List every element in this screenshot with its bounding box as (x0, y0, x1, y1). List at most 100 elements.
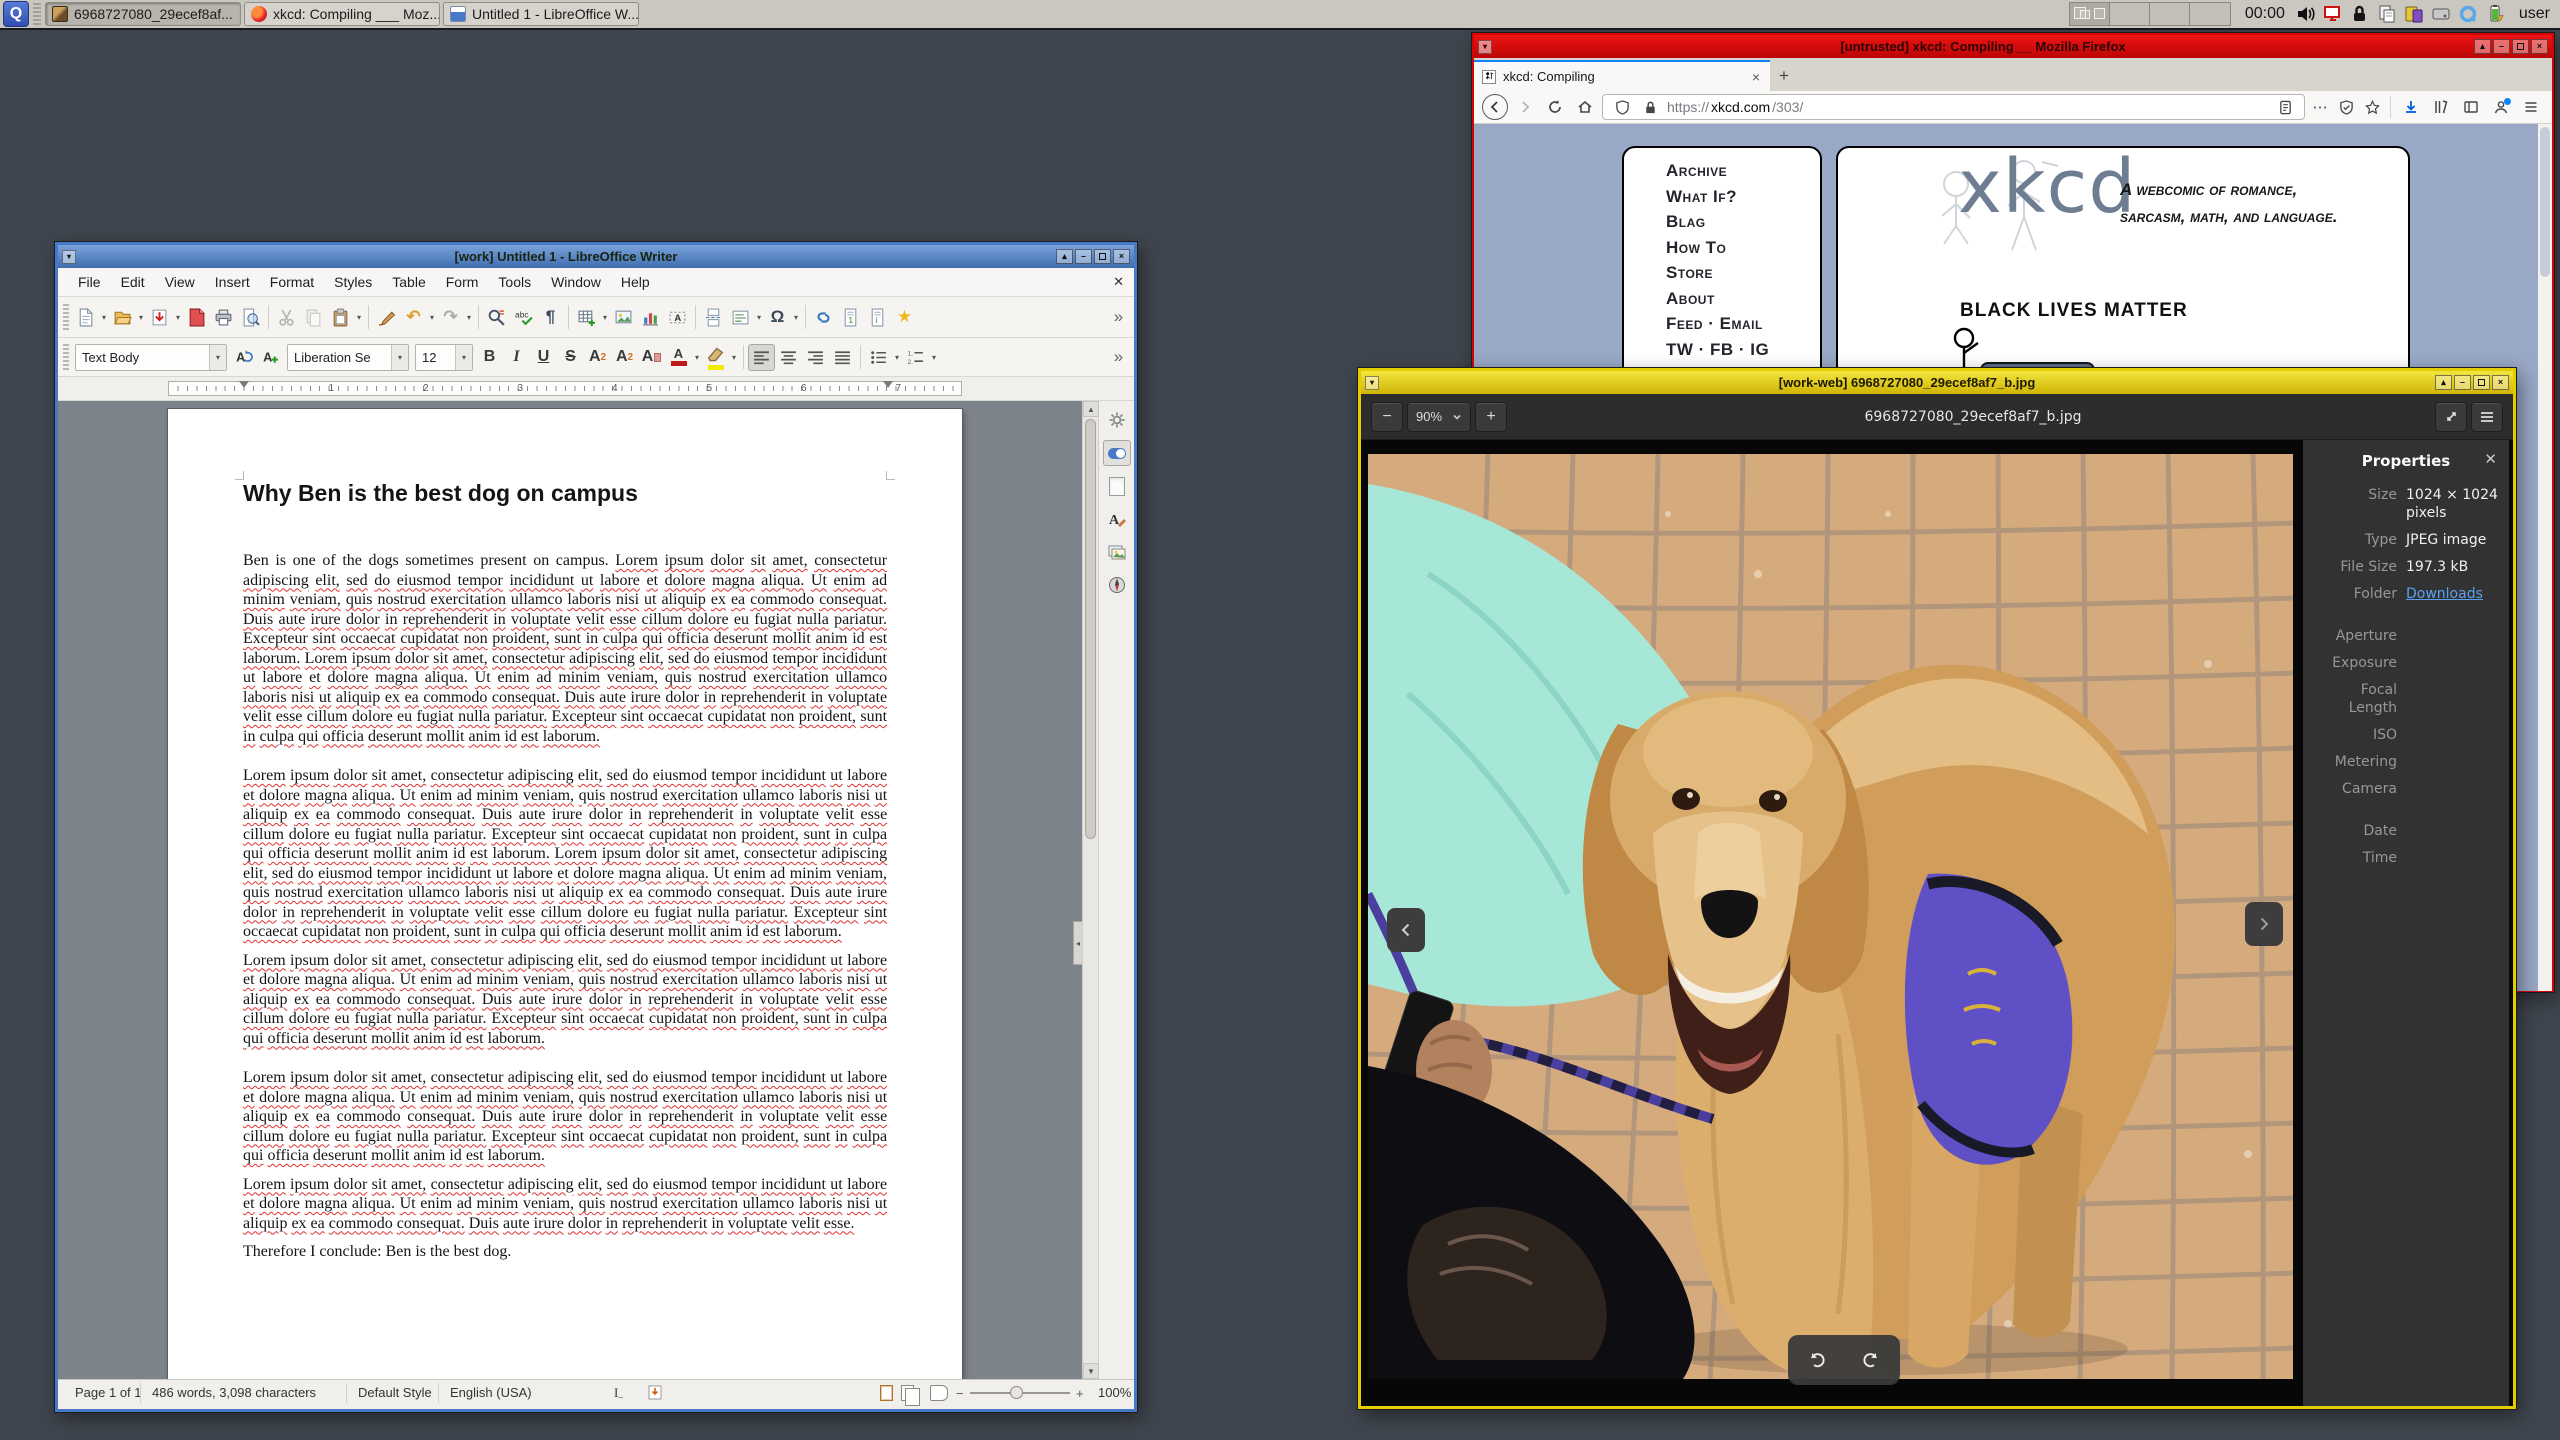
new-tab-button[interactable]: + (1770, 60, 1798, 91)
find-replace-icon[interactable] (483, 304, 510, 331)
property-value[interactable]: Downloads (2406, 585, 2483, 603)
volume-icon[interactable] (2295, 3, 2317, 25)
insert-image-icon[interactable] (610, 304, 637, 331)
sidebar-properties-icon[interactable] (1102, 440, 1131, 466)
insert-mode-icon[interactable]: I_ (614, 1385, 623, 1401)
print-icon[interactable] (210, 304, 237, 331)
sidebars-icon[interactable] (2458, 94, 2484, 120)
shade-button[interactable]: ▴ (2435, 375, 2452, 390)
italic-icon[interactable]: I (503, 344, 530, 371)
update-style-icon[interactable]: A (230, 344, 257, 371)
task-button[interactable]: Untitled 1 - LibreOffice W... (443, 2, 639, 26)
redo-icon[interactable]: ↷ (437, 304, 464, 331)
document-modified-icon[interactable] (648, 1385, 662, 1403)
superscript-icon[interactable]: A2 (584, 344, 611, 371)
print-preview-icon[interactable] (237, 304, 264, 331)
minimize-button[interactable]: – (1075, 249, 1092, 264)
next-image-button[interactable] (2245, 902, 2283, 946)
task-button[interactable]: xkcd: Compiling ___ Moz... (244, 2, 440, 26)
clipboard-icon[interactable] (2376, 3, 2398, 25)
highlight-color-icon[interactable] (702, 344, 729, 371)
devices-icon[interactable] (2403, 3, 2425, 25)
document-paragraph[interactable]: Ben is one of the dogs sometimes present… (243, 551, 887, 746)
sidebar-page-icon[interactable] (1103, 473, 1131, 499)
sidebar-settings-gear-icon[interactable] (1103, 407, 1131, 433)
workspace-1[interactable] (2069, 3, 2110, 25)
insert-field-icon[interactable] (727, 304, 754, 331)
align-center-icon[interactable] (775, 344, 802, 371)
window-menu-icon[interactable]: ▾ (1478, 39, 1492, 54)
highlight-dropdown[interactable]: ▾ (729, 353, 739, 362)
document-paragraph[interactable]: Therefore I conclude: Ben is the best do… (243, 1242, 887, 1262)
xkcd-nav-about[interactable]: About (1666, 286, 1820, 312)
page-scrollbar-thumb[interactable] (2540, 127, 2550, 277)
sidebar-navigator-icon[interactable] (1103, 572, 1131, 598)
font-name-dropdown[interactable]: ▾ (391, 344, 408, 370)
bookmark-icon[interactable]: ★ (891, 304, 918, 331)
status-zoom-percent[interactable]: 100% (1098, 1385, 1131, 1400)
paragraph-style-dropdown[interactable]: ▾ (209, 344, 226, 370)
special-character-dropdown[interactable]: ▾ (791, 313, 801, 322)
zoom-out-button[interactable]: − (1371, 401, 1403, 432)
xkcd-nav-how-to[interactable]: How To (1666, 235, 1820, 261)
close-button[interactable]: × (2492, 375, 2509, 390)
new-dropdown[interactable]: ▾ (99, 313, 109, 322)
xkcd-nav-store[interactable]: Store (1666, 260, 1820, 286)
display-vm-icon[interactable] (2322, 3, 2344, 25)
insert-endnote-icon[interactable]: i (864, 304, 891, 331)
book-view-icon[interactable] (930, 1385, 948, 1401)
copy-icon[interactable] (300, 304, 327, 331)
indent-marker-left[interactable] (239, 381, 249, 388)
properties-close-icon[interactable]: ✕ (2484, 450, 2497, 468)
numbered-dropdown[interactable]: ▾ (929, 353, 939, 362)
fullscreen-button[interactable] (2435, 401, 2467, 432)
minimize-button[interactable]: – (2454, 375, 2471, 390)
open-icon[interactable] (109, 304, 136, 331)
bullet-dropdown[interactable]: ▾ (892, 353, 902, 362)
writer-titlebar[interactable]: ▾ [work] Untitled 1 - LibreOffice Writer… (58, 245, 1134, 268)
insert-hyperlink-icon[interactable] (810, 304, 837, 331)
document-text[interactable]: Why Ben is the best dog on campus Ben is… (243, 479, 887, 1271)
task-button[interactable]: 6968727080_29ecef8af... (45, 2, 241, 26)
menu-window[interactable]: Window (541, 268, 611, 296)
new-document-icon[interactable] (72, 304, 99, 331)
toolbar-overflow-icon[interactable]: » (1105, 344, 1132, 371)
table-dropdown[interactable]: ▾ (600, 313, 610, 322)
status-page[interactable]: Page 1 of 1 (75, 1385, 142, 1400)
maximize-button[interactable] (2512, 39, 2529, 54)
menu-format[interactable]: Format (260, 268, 324, 296)
window-menu-icon[interactable]: ▾ (62, 249, 76, 264)
url-bar[interactable]: https://xkcd.com/303/ (1602, 94, 2305, 120)
tab-close-icon[interactable]: × (1750, 69, 1762, 85)
align-justify-icon[interactable] (829, 344, 856, 371)
underline-icon[interactable]: U (530, 344, 557, 371)
pocket-shield-icon[interactable] (2335, 96, 2357, 118)
workspace-pager[interactable] (2068, 2, 2231, 26)
font-name-combo[interactable]: Liberation Se ▾ (287, 343, 409, 371)
numbered-list-icon[interactable]: 1. 2. (902, 344, 929, 371)
save-icon[interactable] (146, 304, 173, 331)
align-right-icon[interactable] (802, 344, 829, 371)
insert-textbox-icon[interactable]: A (664, 304, 691, 331)
downloads-icon[interactable] (2398, 94, 2424, 120)
xkcd-nav-feed-email[interactable]: Feed · Email (1666, 311, 1820, 337)
vertical-scrollbar[interactable]: ▲ ▼ (1082, 401, 1099, 1379)
document-paragraph[interactable]: Lorem ipsum dolor sit amet, consectetur … (243, 1175, 887, 1234)
rotate-left-icon[interactable] (1799, 1343, 1833, 1377)
rotate-right-icon[interactable] (1855, 1343, 1889, 1377)
zoom-out-minus[interactable]: − (956, 1386, 964, 1401)
menu-form[interactable]: Form (436, 268, 489, 296)
back-button[interactable] (1482, 94, 1508, 120)
shade-button[interactable]: ▴ (1056, 249, 1073, 264)
bold-icon[interactable]: B (476, 344, 503, 371)
redo-dropdown[interactable]: ▾ (464, 313, 474, 322)
xkcd-nav-blag[interactable]: Blag (1666, 209, 1820, 235)
account-icon[interactable] (2488, 94, 2514, 120)
zoom-in-plus[interactable]: + (1076, 1386, 1084, 1401)
zoom-slider-knob[interactable] (1010, 1386, 1023, 1399)
save-dropdown[interactable]: ▾ (173, 313, 183, 322)
insert-table-icon[interactable] (573, 304, 600, 331)
reload-button[interactable] (1542, 94, 1568, 120)
undo-icon[interactable]: ↶ (400, 304, 427, 331)
qubes-icon[interactable] (2457, 3, 2479, 25)
